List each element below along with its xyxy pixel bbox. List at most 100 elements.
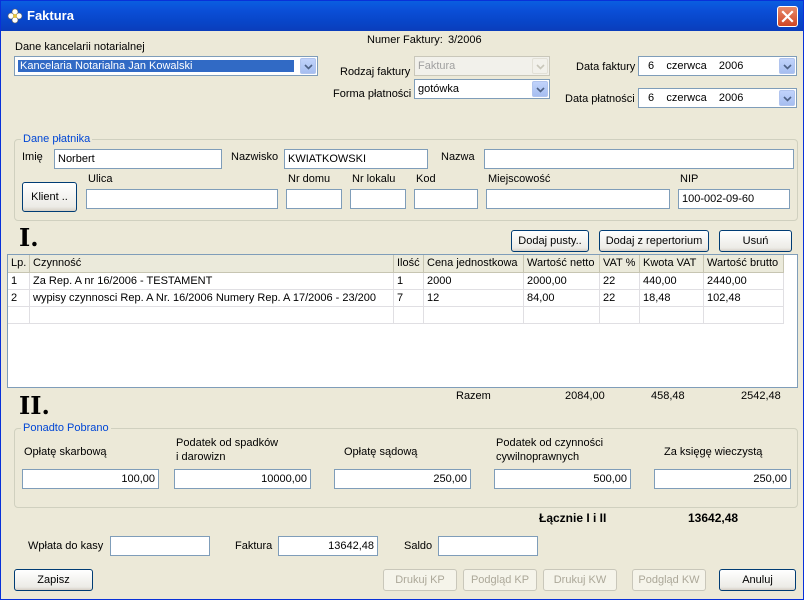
column-header-vat-proc[interactable]: VAT % (600, 255, 640, 273)
lacznie-label: Łącznie I i II (539, 511, 607, 525)
forma-platnosci-label: Forma płatności (333, 88, 412, 100)
ksiega-label: Za księgę wieczystą (664, 446, 763, 458)
oplata-skarbowa-field[interactable]: 100,00 (22, 469, 159, 489)
forma-platnosci-value: gotówka (418, 83, 459, 95)
data-faktury-picker[interactable]: 6 czerwca 2006 (638, 56, 797, 76)
saldo-field[interactable] (438, 536, 538, 556)
kancelaria-select[interactable]: Kancelaria Notarialna Jan Kowalski (14, 56, 318, 76)
razem-vat-value: 458,48 (651, 390, 685, 402)
column-header-brutto[interactable]: Wartość brutto (704, 255, 784, 273)
faktura-label: Faktura (235, 540, 273, 552)
table-cell[interactable]: 102,48 (704, 290, 784, 307)
items-grid[interactable]: Lp. Czynność Ilość Cena jednostkowa Wart… (7, 254, 798, 388)
column-header-czynnosc[interactable]: Czynność (30, 255, 394, 273)
table-cell[interactable]: 2000,00 (524, 273, 600, 290)
payer-legend: Dane płatnika (21, 133, 93, 145)
preview-kw-button[interactable]: Podgląd KW (632, 569, 706, 591)
print-kp-button[interactable]: Drukuj KP (383, 569, 457, 591)
column-header-lp[interactable]: Lp. (8, 255, 30, 273)
nazwa-field[interactable] (484, 149, 794, 169)
klient-button[interactable]: Klient .. (22, 182, 77, 212)
print-kw-button[interactable]: Drukuj KW (543, 569, 617, 591)
ponadto-legend: Ponadto Pobrano (21, 422, 111, 434)
data-platnosci-picker[interactable]: 6 czerwca 2006 (638, 88, 797, 108)
table-cell[interactable]: wypisy czynnosci Rep. A Nr. 16/2006 Nume… (30, 290, 394, 307)
table-cell[interactable]: 1 (394, 273, 424, 290)
cancel-button[interactable]: Anuluj (719, 569, 796, 591)
preview-kp-button[interactable]: Podgląd KP (463, 569, 537, 591)
table-cell[interactable]: Za Rep. A nr 16/2006 - TESTAMENT (30, 273, 394, 290)
table-cell[interactable]: 12 (424, 290, 524, 307)
podatek-spadki-field[interactable]: 10000,00 (174, 469, 311, 489)
table-cell-empty[interactable] (8, 307, 30, 324)
title-bar[interactable]: Faktura (1, 1, 803, 31)
rodzaj-faktury-select[interactable]: Faktura (414, 56, 550, 76)
chevron-down-icon (536, 87, 545, 93)
table-cell[interactable]: 22 (600, 290, 640, 307)
table-cell[interactable]: 7 (394, 290, 424, 307)
table-cell-empty[interactable] (424, 307, 524, 324)
table-cell[interactable]: 84,00 (524, 290, 600, 307)
table-cell-empty[interactable] (704, 307, 784, 324)
nr-lokalu-field[interactable] (350, 189, 406, 209)
rodzaj-faktury-label: Rodzaj faktury (340, 66, 411, 78)
podatek-cywil-field[interactable]: 500,00 (494, 469, 631, 489)
forma-platnosci-select[interactable]: gotówka (414, 79, 550, 99)
nazwisko-label: Nazwisko (231, 151, 279, 163)
nr-domu-field[interactable] (286, 189, 342, 209)
data-faktury-value: 6 czerwca 2006 (648, 60, 744, 72)
nazwisko-field[interactable]: KWIATKOWSKI (284, 149, 428, 169)
add-empty-button[interactable]: Dodaj pusty.. (511, 230, 589, 252)
table-cell-empty[interactable] (600, 307, 640, 324)
ulica-field[interactable] (86, 189, 278, 209)
table-cell[interactable]: 22 (600, 273, 640, 290)
rodzaj-dropdown-button[interactable] (532, 58, 548, 74)
saldo-label: Saldo (404, 540, 433, 552)
table-cell[interactable]: 1 (8, 273, 30, 290)
nip-field[interactable]: 100-002-09-60 (678, 189, 790, 209)
remove-button[interactable]: Usuń (719, 230, 792, 252)
oplata-sadowa-field[interactable]: 250,00 (334, 469, 471, 489)
imie-field[interactable]: Norbert (54, 149, 222, 169)
kancelaria-dropdown-button[interactable] (300, 58, 316, 74)
chevron-down-icon (304, 64, 313, 70)
save-button[interactable]: Zapisz (14, 569, 93, 591)
add-from-repertorium-button[interactable]: Dodaj z repertorium (599, 230, 709, 252)
razem-brutto-value: 2542,48 (741, 390, 781, 402)
wplata-field[interactable] (110, 536, 210, 556)
kod-field[interactable] (414, 189, 478, 209)
table-cell-empty[interactable] (394, 307, 424, 324)
forma-dropdown-button[interactable] (532, 81, 548, 97)
miejscowosc-field[interactable] (486, 189, 670, 209)
column-header-kwota-vat[interactable]: Kwota VAT (640, 255, 704, 273)
table-cell-empty[interactable] (524, 307, 600, 324)
table-cell[interactable]: 2440,00 (704, 273, 784, 290)
wplata-label: Wpłata do kasy (28, 540, 104, 552)
imie-label: Imię (22, 151, 43, 163)
column-header-cena[interactable]: Cena jednostkowa (424, 255, 524, 273)
chevron-down-icon (783, 64, 792, 70)
nr-lokalu-label: Nr lokalu (352, 173, 396, 185)
kancelaria-label: Dane kancelarii notarialnej (15, 41, 145, 53)
nazwa-label: Nazwa (441, 151, 475, 163)
cywil-label-line1: Podatek od czynności (496, 437, 604, 449)
section-1-heading: I. (19, 223, 39, 252)
table-cell[interactable]: 440,00 (640, 273, 704, 290)
close-button[interactable] (777, 6, 798, 27)
oplata-sadowa-label: Opłatę sądową (344, 446, 418, 458)
table-cell-empty[interactable] (640, 307, 704, 324)
column-header-ilosc[interactable]: Ilość (394, 255, 424, 273)
table-cell[interactable]: 2 (8, 290, 30, 307)
table-cell[interactable]: 18,48 (640, 290, 704, 307)
table-cell[interactable]: 2000 (424, 273, 524, 290)
rodzaj-faktury-value: Faktura (418, 60, 456, 72)
spadki-label-line1: Podatek od spadków (176, 437, 279, 449)
ksiega-field[interactable]: 250,00 (654, 469, 791, 489)
table-cell-empty[interactable] (30, 307, 394, 324)
column-header-netto[interactable]: Wartość netto (524, 255, 600, 273)
faktura-total-field[interactable]: 13642,48 (278, 536, 378, 556)
chevron-down-icon (783, 96, 792, 102)
data-platnosci-dropdown-button[interactable] (779, 90, 795, 106)
faktura-window: Faktura Dane kancelarii notarialnej Kanc… (0, 0, 804, 600)
data-faktury-dropdown-button[interactable] (779, 58, 795, 74)
